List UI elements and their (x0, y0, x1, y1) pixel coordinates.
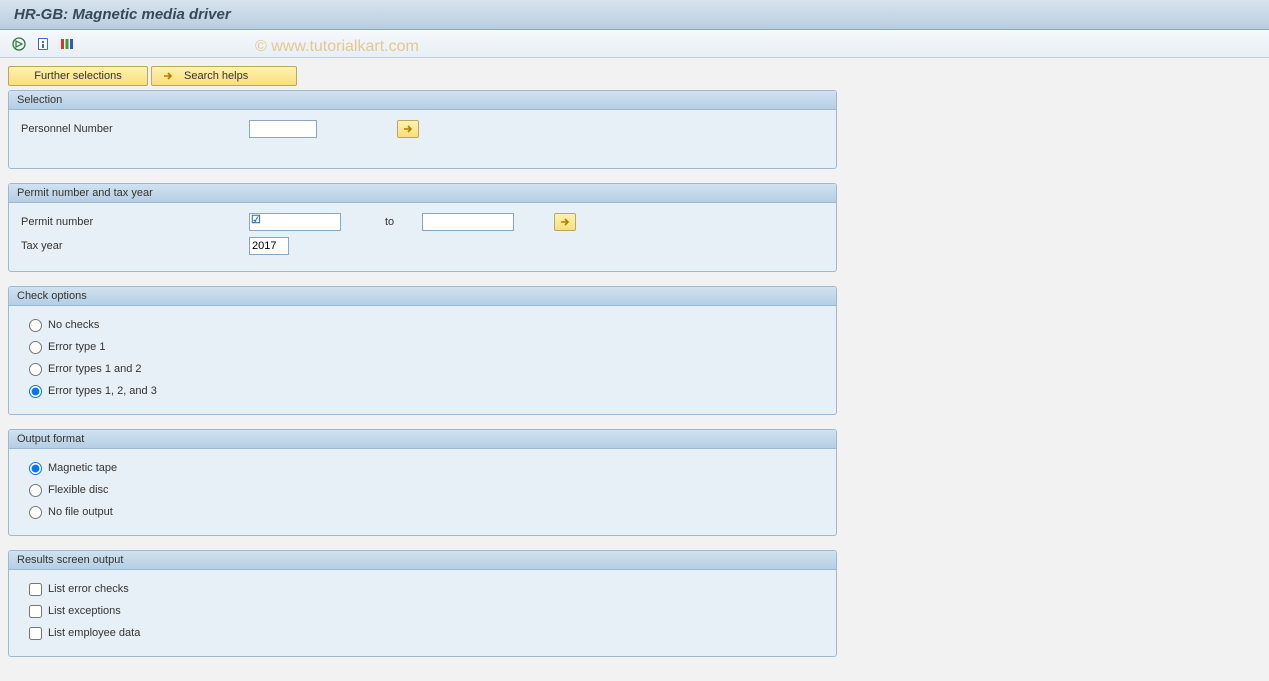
output-format-option-1[interactable]: Flexible disc (19, 479, 826, 501)
results-checkbox-0[interactable] (29, 583, 42, 596)
group-check-options: Check options No checks Error type 1 Error… (8, 286, 837, 415)
execute-icon[interactable] (10, 35, 28, 53)
permit-number-label: Permit number (19, 216, 249, 228)
permit-number-row: Permit number ☑ to (19, 211, 826, 233)
group-permit: Permit number and tax year Permit number… (8, 183, 837, 272)
output-format-label-1: Flexible disc (48, 484, 109, 496)
info-icon[interactable] (34, 35, 52, 53)
results-option-0[interactable]: List error checks (19, 578, 826, 600)
check-option-option-0[interactable]: No checks (19, 314, 826, 336)
check-option-option-3[interactable]: Error types 1, 2, and 3 (19, 380, 826, 402)
permit-multiselect-button[interactable] (554, 213, 576, 231)
further-selections-button[interactable]: Further selections (8, 66, 148, 86)
group-selection-header: Selection (9, 91, 836, 110)
page-title: HR-GB: Magnetic media driver (14, 6, 231, 23)
permit-number-to-input[interactable] (422, 213, 514, 231)
search-helps-button[interactable]: Search helps (151, 66, 297, 86)
check-option-option-1[interactable]: Error type 1 (19, 336, 826, 358)
app-toolbar (0, 30, 1269, 58)
group-permit-header: Permit number and tax year (9, 184, 836, 203)
results-label-1: List exceptions (48, 605, 121, 617)
group-output-format-header: Output format (9, 430, 836, 449)
tax-year-input[interactable] (249, 237, 289, 255)
permit-number-from-input[interactable] (249, 213, 341, 231)
personnel-number-row: Personnel Number (19, 118, 826, 140)
output-format-label-2: No file output (48, 506, 113, 518)
group-check-options-header: Check options (9, 287, 836, 306)
search-helps-label: Search helps (184, 70, 248, 82)
check-option-label-0: No checks (48, 319, 99, 331)
results-label-0: List error checks (48, 583, 129, 595)
output-format-option-0[interactable]: Magnetic tape (19, 457, 826, 479)
check-option-radio-1[interactable] (29, 341, 42, 354)
arrow-right-icon (559, 216, 571, 228)
check-option-option-2[interactable]: Error types 1 and 2 (19, 358, 826, 380)
output-format-radio-0[interactable] (29, 462, 42, 475)
personnel-number-label: Personnel Number (19, 123, 249, 135)
check-option-radio-2[interactable] (29, 363, 42, 376)
personnel-number-multiselect-button[interactable] (397, 120, 419, 138)
check-option-label-2: Error types 1 and 2 (48, 363, 142, 375)
results-checkbox-2[interactable] (29, 627, 42, 640)
results-checkbox-1[interactable] (29, 605, 42, 618)
output-format-option-2[interactable]: No file output (19, 501, 826, 523)
output-format-radio-1[interactable] (29, 484, 42, 497)
check-option-radio-0[interactable] (29, 319, 42, 332)
check-option-radio-3[interactable] (29, 385, 42, 398)
selection-buttons-row: Further selections Search helps (8, 66, 837, 86)
content-area: Further selections Search helps Selectio… (0, 58, 845, 681)
group-results: Results screen output List error checks L… (8, 550, 837, 657)
arrow-right-icon (162, 70, 174, 82)
group-results-header: Results screen output (9, 551, 836, 570)
check-option-label-1: Error type 1 (48, 341, 105, 353)
results-label-2: List employee data (48, 627, 140, 639)
variant-icon[interactable] (58, 35, 76, 53)
check-option-label-3: Error types 1, 2, and 3 (48, 385, 157, 397)
personnel-number-input[interactable] (249, 120, 317, 138)
results-option-2[interactable]: List employee data (19, 622, 826, 644)
title-bar: HR-GB: Magnetic media driver (0, 0, 1269, 30)
permit-to-label: to (385, 216, 394, 228)
group-selection: Selection Personnel Number (8, 90, 837, 169)
group-output-format: Output format Magnetic tape Flexible disc… (8, 429, 837, 536)
further-selections-label: Further selections (34, 70, 121, 82)
arrow-right-icon (402, 123, 414, 135)
tax-year-label: Tax year (19, 240, 249, 252)
output-format-label-0: Magnetic tape (48, 462, 117, 474)
tax-year-row: Tax year (19, 235, 826, 257)
output-format-radio-2[interactable] (29, 506, 42, 519)
results-option-1[interactable]: List exceptions (19, 600, 826, 622)
